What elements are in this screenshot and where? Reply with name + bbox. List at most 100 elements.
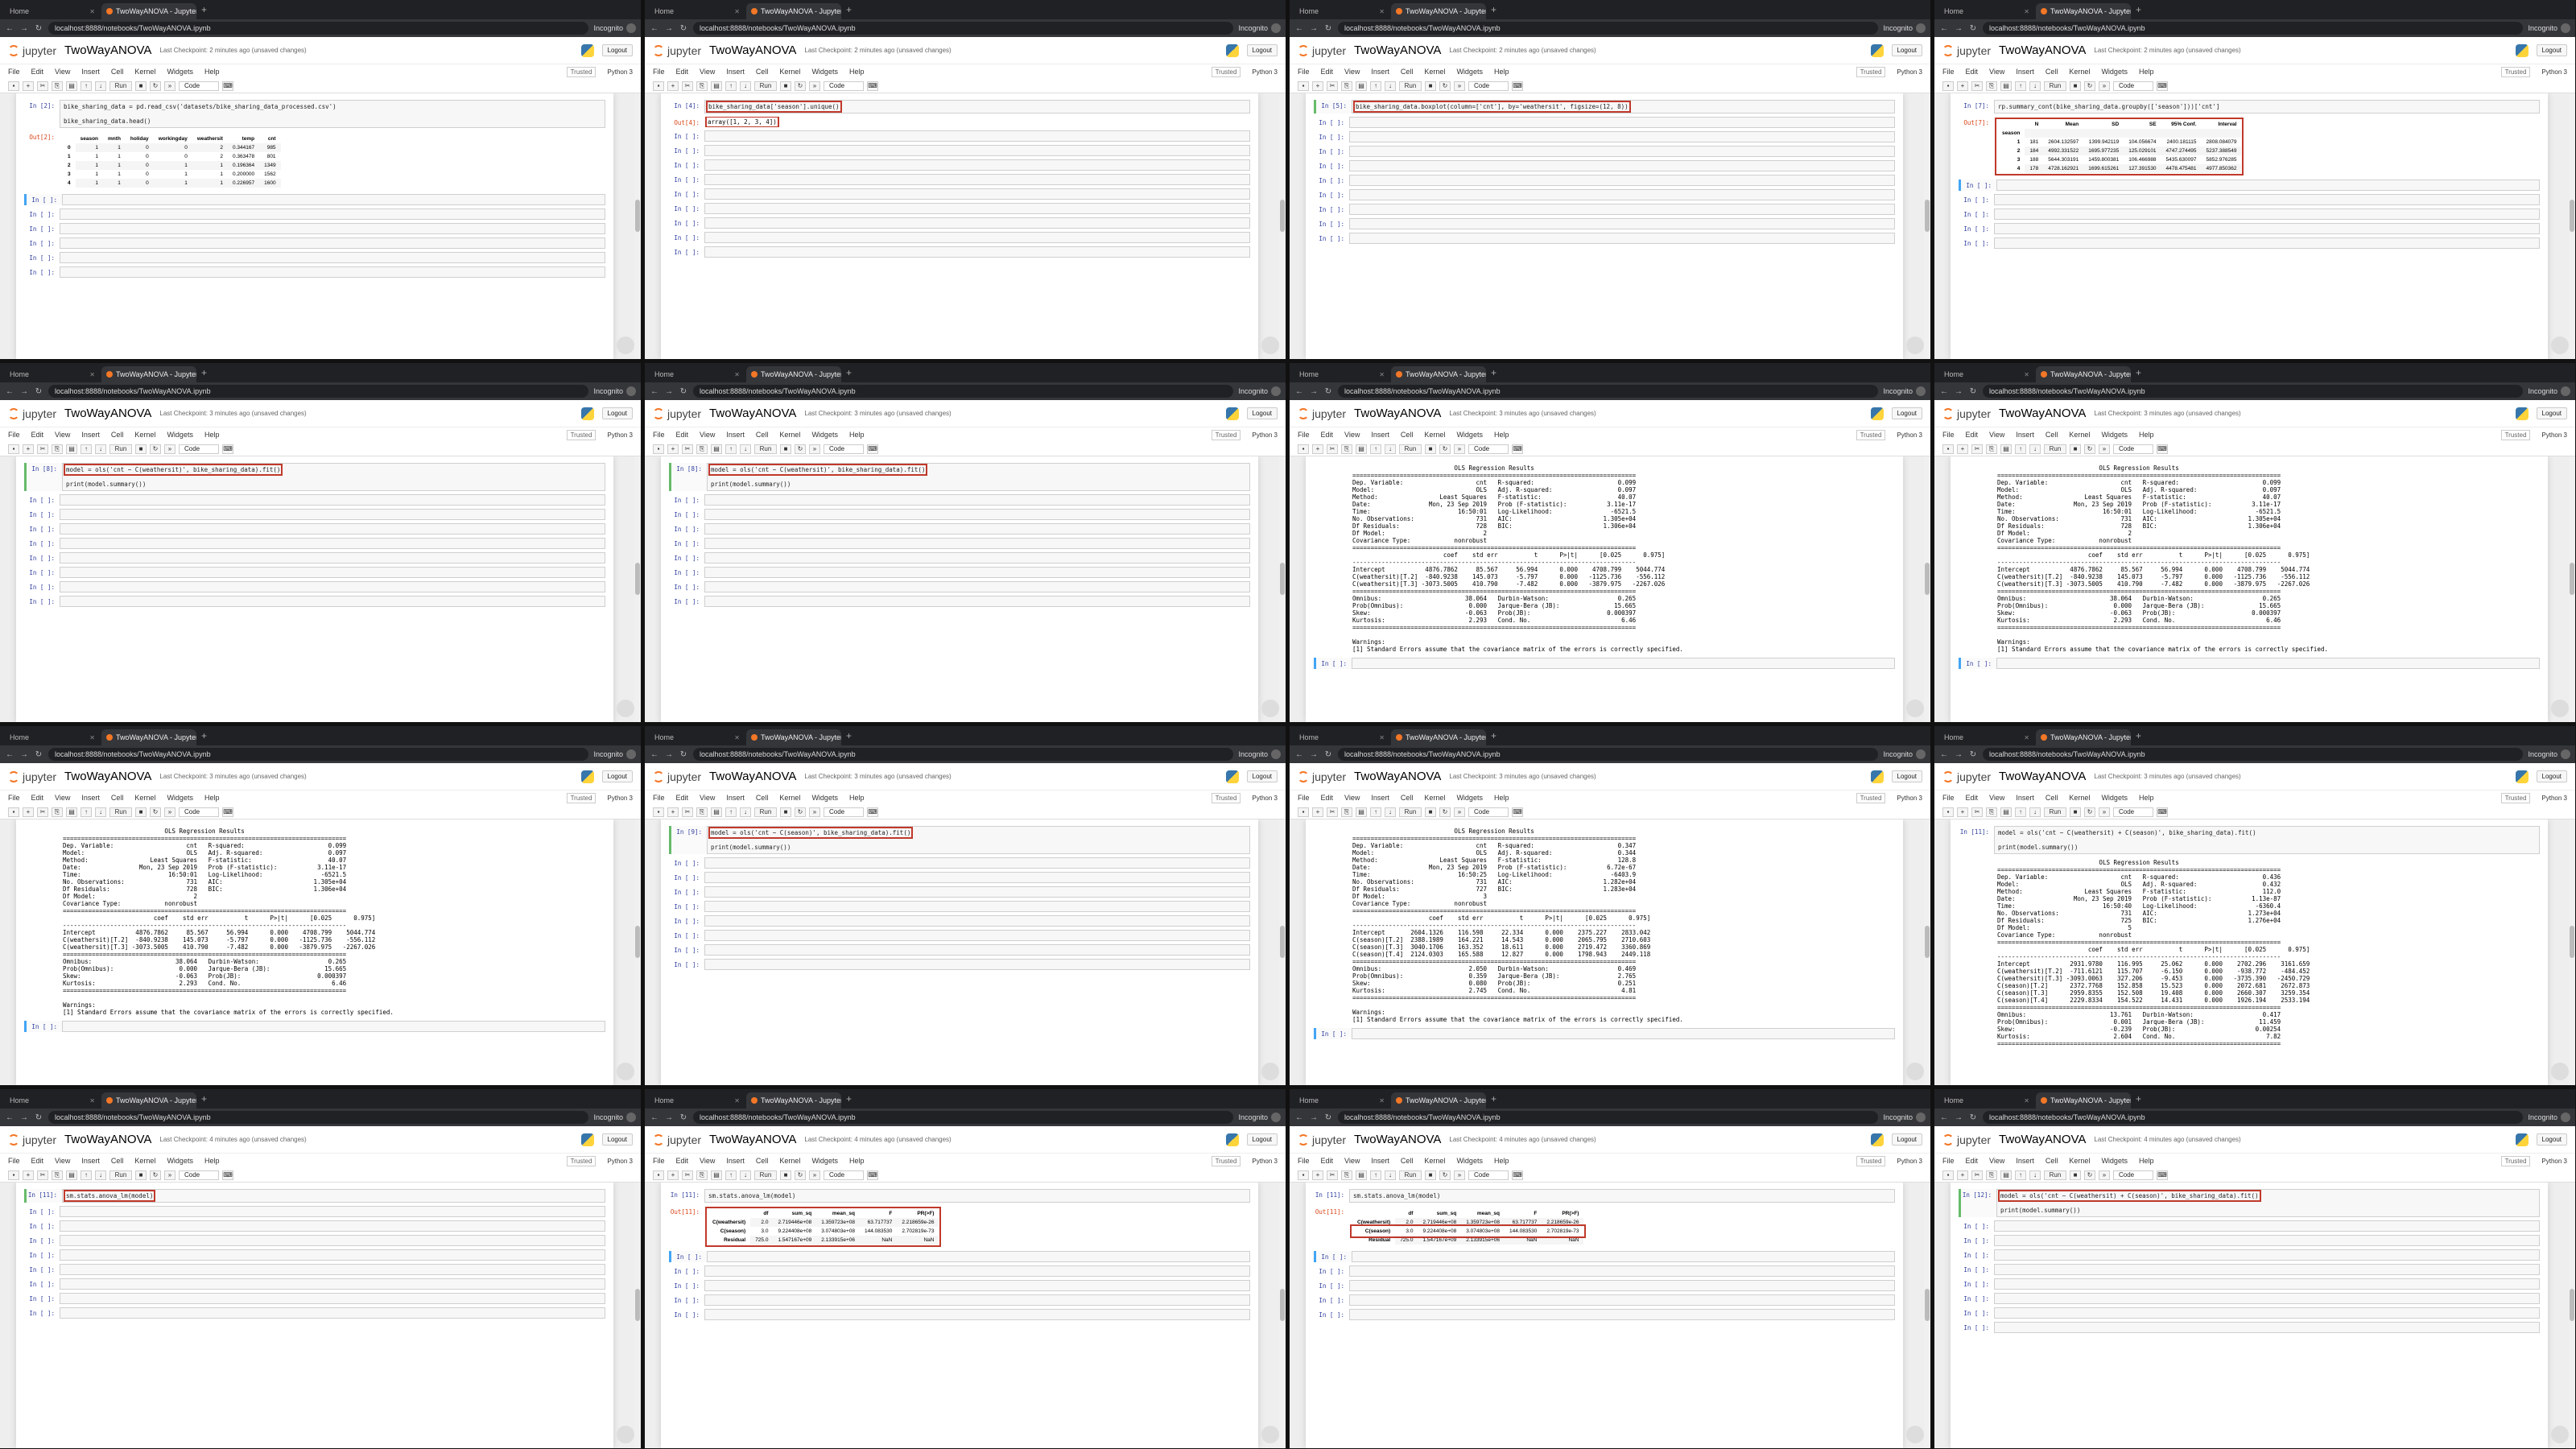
- cell-input[interactable]: model = ols('cnt ~ C(season)', bike_shar…: [707, 826, 1250, 854]
- cell-input[interactable]: [60, 1278, 605, 1290]
- logout-button[interactable]: Logout: [601, 770, 633, 782]
- code-cell[interactable]: In [ ]:: [669, 944, 1250, 956]
- menu-widgets[interactable]: Widgets: [1456, 431, 1483, 439]
- restart-icon[interactable]: ↻: [2084, 1170, 2095, 1180]
- code-cell[interactable]: In [ ]:: [669, 857, 1250, 869]
- scrollbar[interactable]: [2569, 1183, 2575, 1448]
- cell-input[interactable]: [1994, 1264, 2540, 1275]
- paste-icon[interactable]: ▤: [711, 80, 722, 91]
- restart-run-icon[interactable]: »: [2099, 444, 2110, 454]
- move-up-icon[interactable]: ↑: [725, 80, 737, 91]
- code-cell[interactable]: In [ ]:: [1959, 658, 2540, 669]
- back-icon[interactable]: ←: [5, 387, 14, 396]
- code-cell[interactable]: In [ ]:: [24, 1307, 605, 1319]
- url-field[interactable]: localhost:8888/notebooks/TwoWayANOVA.ipy…: [693, 748, 1234, 761]
- tab-home[interactable]: Home ✕: [650, 1092, 745, 1108]
- help-icon[interactable]: [1261, 700, 1279, 717]
- save-icon[interactable]: ▪: [1298, 444, 1309, 454]
- jupyter-logo[interactable]: jupyter: [653, 44, 701, 57]
- notebook-name[interactable]: TwoWayANOVA: [1999, 1133, 2086, 1146]
- code-cell[interactable]: In [ ]:: [1959, 1235, 2540, 1246]
- menu-kernel[interactable]: Kernel: [134, 794, 155, 802]
- menu-file[interactable]: File: [653, 431, 665, 439]
- new-tab-icon[interactable]: +: [198, 1093, 210, 1104]
- cell-input[interactable]: [704, 901, 1250, 912]
- keyboard-icon[interactable]: ⌨: [867, 1170, 878, 1180]
- menu-file[interactable]: File: [8, 1157, 20, 1165]
- code-cell[interactable]: In [ ]:: [1314, 117, 1895, 128]
- menu-insert[interactable]: Insert: [1371, 431, 1389, 439]
- cell-input[interactable]: model = ols('cnt ~ C(weathersit)', bike_…: [707, 463, 1250, 491]
- back-icon[interactable]: ←: [1939, 387, 1949, 396]
- cell-input[interactable]: [704, 232, 1250, 243]
- restart-icon[interactable]: ↻: [1439, 444, 1451, 454]
- run-button[interactable]: Run: [1399, 444, 1422, 454]
- url-field[interactable]: localhost:8888/notebooks/TwoWayANOVA.ipy…: [693, 1111, 1234, 1124]
- code-cell[interactable]: In [ ]:: [1959, 1293, 2540, 1304]
- menu-help[interactable]: Help: [2139, 431, 2154, 439]
- restart-run-icon[interactable]: »: [2099, 80, 2110, 91]
- menu-help[interactable]: Help: [1494, 431, 1509, 439]
- code-cell[interactable]: In [2]: bike_sharing_data = pd.read_csv(…: [24, 100, 605, 128]
- tab-notebook[interactable]: TwoWayANOVA - Jupyter Notebook✕: [1391, 729, 1486, 745]
- cut-icon[interactable]: ✂: [1327, 807, 1338, 817]
- forward-icon[interactable]: →: [1954, 387, 1963, 396]
- menu-view[interactable]: View: [1989, 68, 2004, 76]
- jupyter-logo[interactable]: jupyter: [1942, 1133, 1991, 1146]
- run-button[interactable]: Run: [109, 807, 132, 817]
- menu-insert[interactable]: Insert: [726, 794, 745, 802]
- restart-icon[interactable]: ↻: [150, 444, 161, 454]
- logout-button[interactable]: Logout: [1891, 44, 1922, 56]
- cut-icon[interactable]: ✂: [37, 807, 48, 817]
- cell-input[interactable]: [60, 494, 605, 506]
- jupyter-logo[interactable]: jupyter: [8, 44, 56, 57]
- logout-button[interactable]: Logout: [601, 1133, 633, 1146]
- notebook-name[interactable]: TwoWayANOVA: [64, 407, 151, 420]
- new-tab-icon[interactable]: +: [2132, 1093, 2145, 1104]
- tab-notebook[interactable]: TwoWayANOVA - Jupyter Notebook✕: [1391, 1092, 1486, 1108]
- cut-icon[interactable]: ✂: [682, 1170, 693, 1180]
- cell-input[interactable]: [1349, 175, 1895, 186]
- tab-notebook[interactable]: TwoWayANOVA - Jupyter Notebook✕: [101, 3, 196, 19]
- stop-icon[interactable]: ■: [2070, 80, 2081, 91]
- tab-notebook[interactable]: TwoWayANOVA - Jupyter Notebook✕: [101, 729, 196, 745]
- restart-run-icon[interactable]: »: [809, 1170, 820, 1180]
- close-icon[interactable]: ✕: [89, 1097, 95, 1104]
- forward-icon[interactable]: →: [19, 1113, 29, 1122]
- save-icon[interactable]: ▪: [653, 807, 664, 817]
- menu-edit[interactable]: Edit: [31, 794, 44, 802]
- help-icon[interactable]: [617, 336, 634, 354]
- cell-input[interactable]: model = ols('cnt ~ C(weathersit)', bike_…: [62, 463, 605, 491]
- new-tab-icon[interactable]: +: [843, 4, 855, 15]
- reload-icon[interactable]: ↻: [1968, 750, 1978, 759]
- paste-icon[interactable]: ▤: [66, 1170, 77, 1180]
- code-cell[interactable]: In [ ]:: [669, 130, 1250, 142]
- code-cell[interactable]: In [ ]:: [1314, 1251, 1895, 1262]
- restart-icon[interactable]: ↻: [2084, 80, 2095, 91]
- cell-input[interactable]: [704, 538, 1250, 549]
- add-cell-icon[interactable]: +: [1957, 80, 1968, 91]
- jupyter-logo[interactable]: jupyter: [653, 407, 701, 420]
- cell-input[interactable]: [704, 930, 1250, 941]
- menu-help[interactable]: Help: [849, 431, 865, 439]
- logout-button[interactable]: Logout: [1246, 1133, 1278, 1146]
- move-down-icon[interactable]: ↓: [95, 444, 106, 454]
- run-button[interactable]: Run: [754, 807, 777, 817]
- menu-edit[interactable]: Edit: [676, 1157, 689, 1165]
- code-cell[interactable]: In [ ]:: [1959, 194, 2540, 205]
- code-cell[interactable]: In [ ]:: [24, 1021, 605, 1032]
- copy-icon[interactable]: ⎘: [696, 807, 708, 817]
- code-cell[interactable]: In [ ]:: [24, 1206, 605, 1217]
- menu-file[interactable]: File: [1942, 431, 1955, 439]
- cell-type-select[interactable]: Code: [2113, 80, 2153, 91]
- jupyter-logo[interactable]: jupyter: [8, 770, 56, 783]
- keyboard-icon[interactable]: ⌨: [222, 444, 233, 454]
- restart-run-icon[interactable]: »: [809, 444, 820, 454]
- add-cell-icon[interactable]: +: [1312, 444, 1323, 454]
- new-tab-icon[interactable]: +: [2132, 367, 2145, 378]
- tab-notebook[interactable]: TwoWayANOVA - Jupyter Notebook✕: [2036, 3, 2131, 19]
- reload-icon[interactable]: ↻: [34, 1113, 43, 1122]
- cell-input[interactable]: [704, 246, 1250, 258]
- run-button[interactable]: Run: [109, 1170, 132, 1180]
- stop-icon[interactable]: ■: [135, 1170, 147, 1180]
